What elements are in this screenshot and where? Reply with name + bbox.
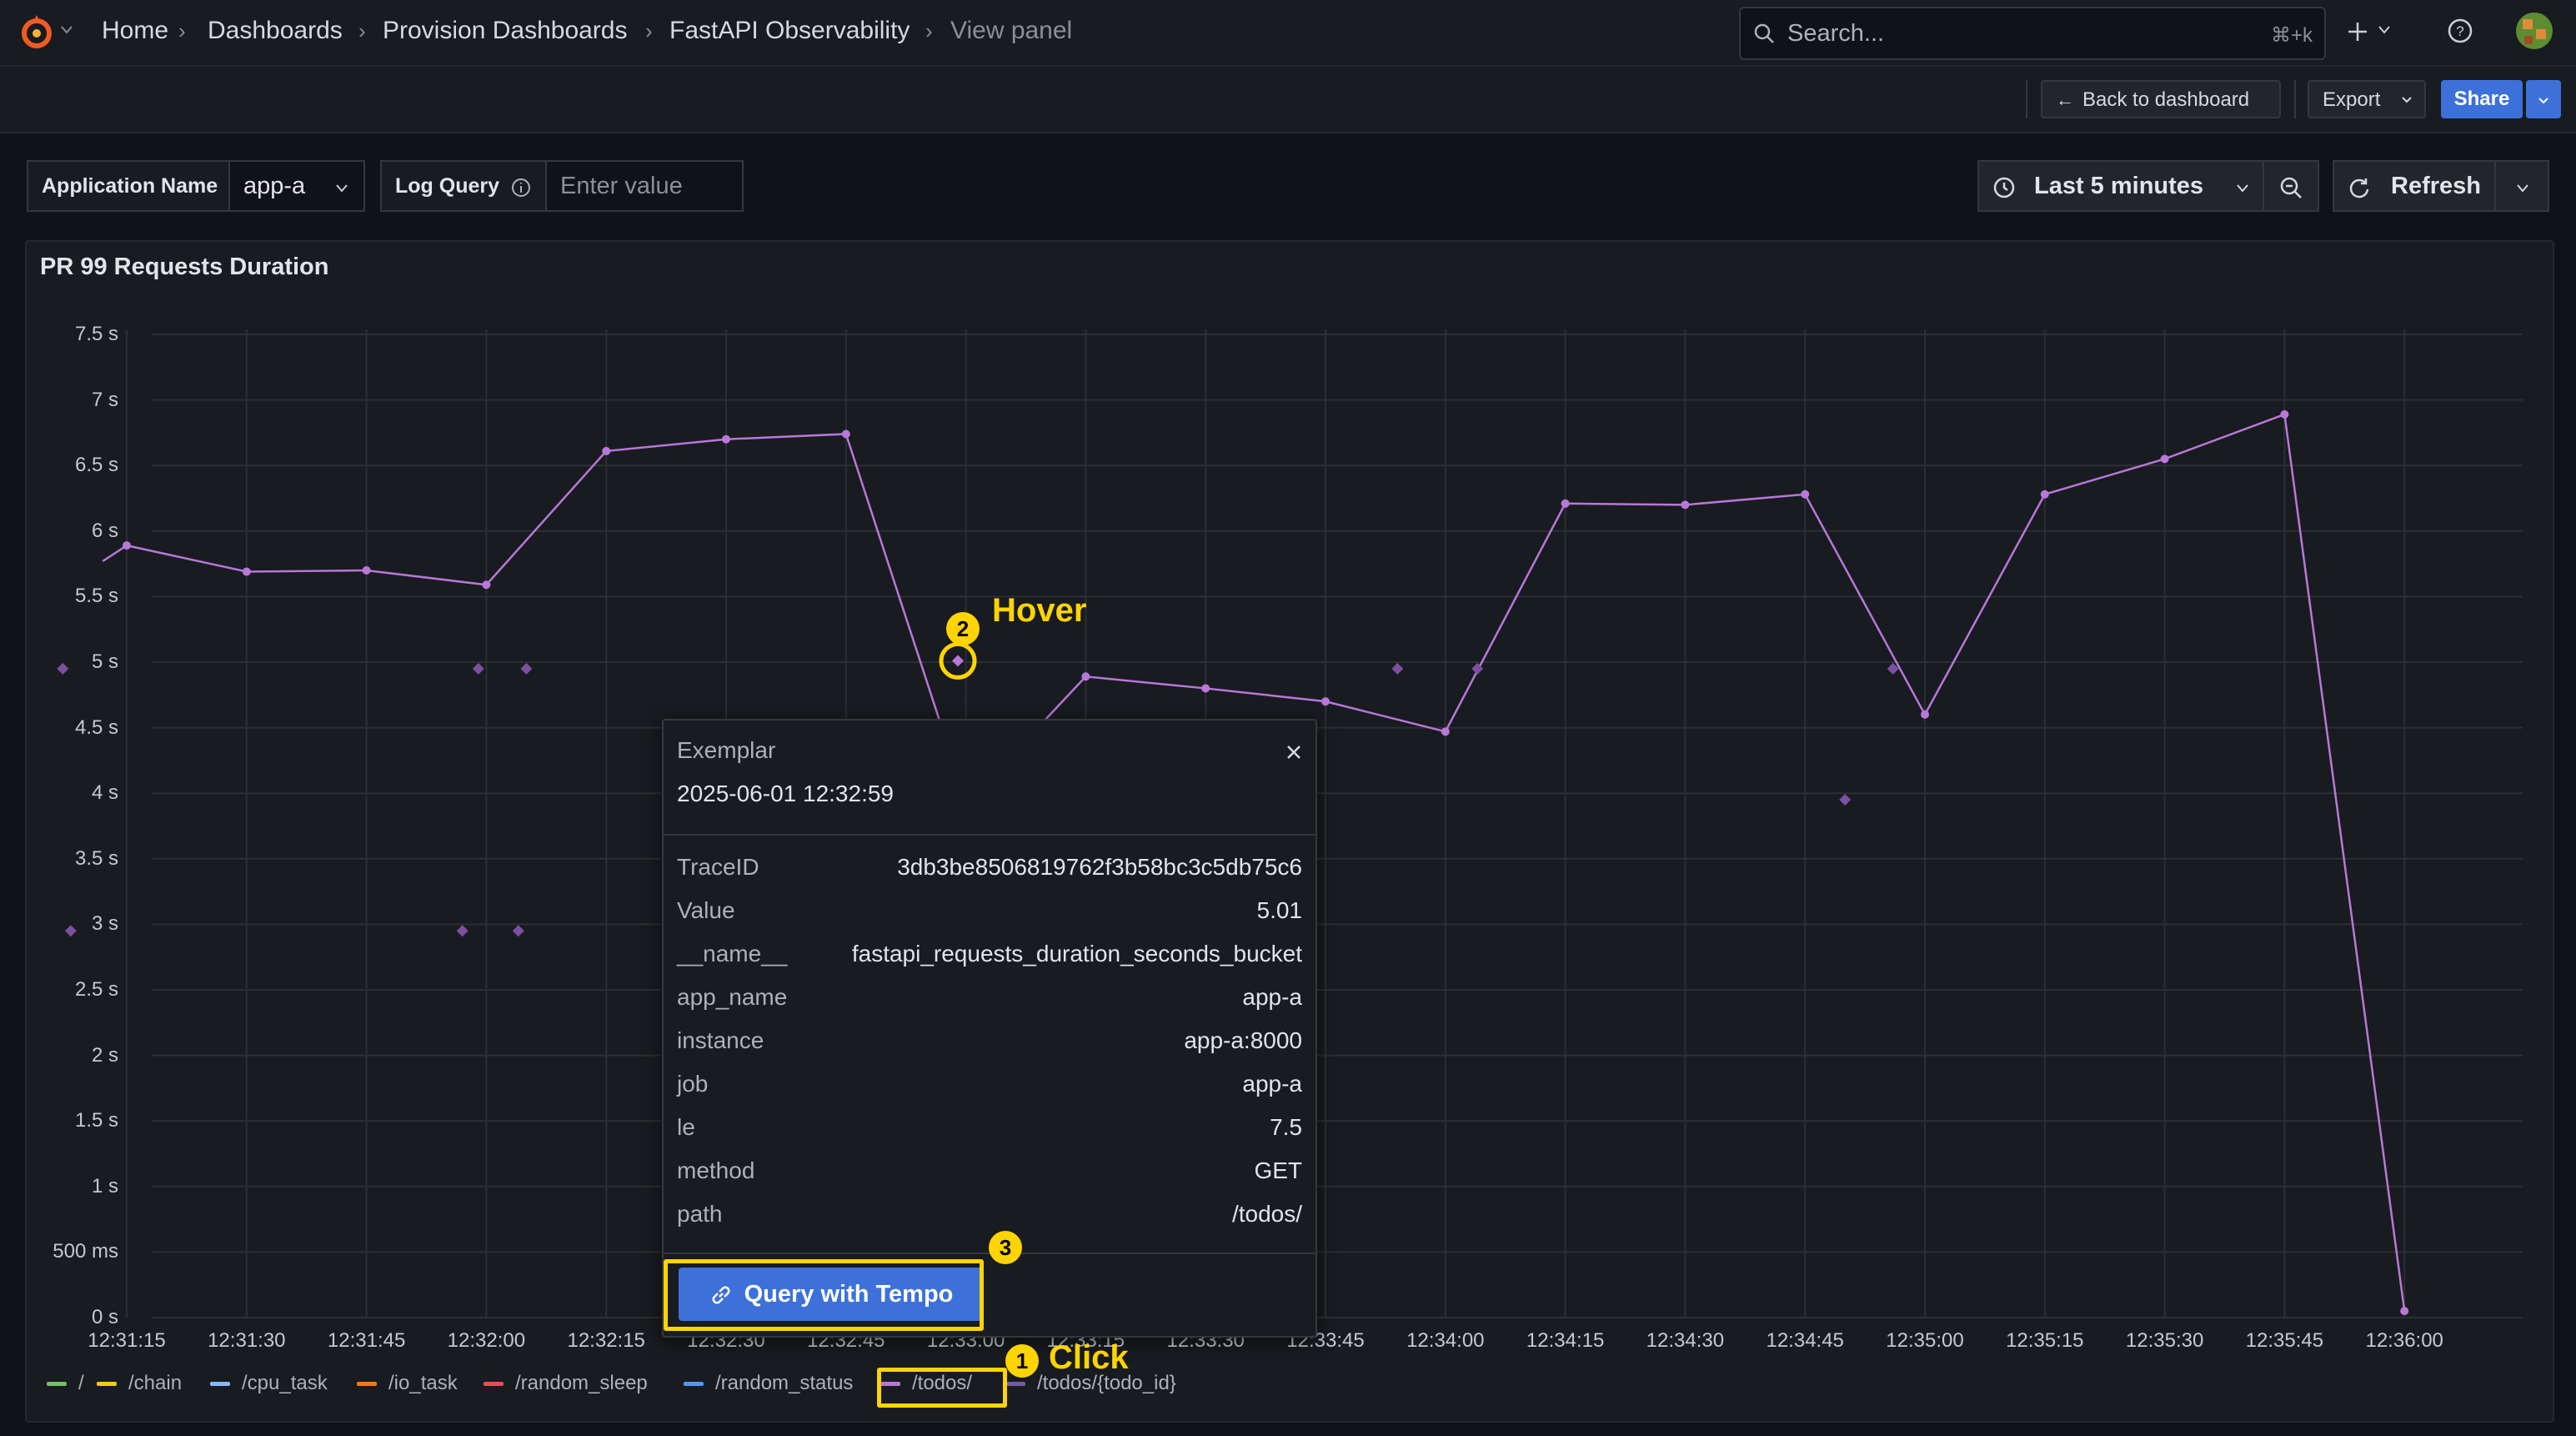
exemplar-field-value: /todos/ (1231, 1201, 1302, 1227)
data-point (1681, 500, 1690, 510)
data-point (2400, 1307, 2409, 1316)
exemplar-field-value: 3db3be8506819762f3b58bc3c5db75c6 (897, 854, 1302, 880)
data-point (841, 429, 850, 439)
legend-item[interactable]: / (47, 1372, 84, 1395)
exemplar-marker (472, 662, 484, 675)
legend-swatch (357, 1382, 377, 1387)
data-point (1801, 490, 1810, 499)
step-1-badge: 1 (1005, 1344, 1039, 1378)
legend-item[interactable]: /cpu_task (210, 1372, 328, 1395)
exemplar-marker (64, 925, 77, 937)
legend-swatch (684, 1382, 704, 1387)
exemplar-field-key: __name__ (677, 941, 788, 967)
exemplar-field-value: app-a (1242, 984, 1302, 1010)
legend-label: /chain (128, 1372, 183, 1394)
exemplar-marker (57, 662, 69, 675)
data-point (123, 541, 131, 550)
data-point (1081, 672, 1090, 681)
legend-swatch (97, 1382, 117, 1387)
legend-swatch (210, 1382, 230, 1387)
exemplar-field-value: 5.01 (1256, 897, 1303, 923)
hover-annotation: Hover (992, 592, 1087, 629)
divider (664, 834, 1316, 836)
exemplar-field-value: 7.5 (1270, 1114, 1302, 1140)
legend-item[interactable]: /random_status (684, 1372, 853, 1395)
legend-swatch (484, 1382, 504, 1387)
data-point (362, 565, 371, 575)
data-point (242, 567, 251, 576)
exemplar-field-key: le (677, 1114, 695, 1140)
click-annotation: Click (1049, 1339, 1129, 1376)
exemplar-marker (512, 925, 524, 937)
data-point (1561, 499, 1570, 508)
exemplar-title: Exemplar (677, 737, 776, 763)
exemplar-field-key: method (677, 1157, 755, 1183)
exemplar-field-value: fastapi_requests_duration_seconds_bucket (851, 941, 1302, 967)
legend-item[interactable]: /random_sleep (484, 1372, 648, 1395)
legend-label: /io_task (388, 1372, 458, 1394)
data-point (1441, 727, 1450, 736)
data-point (482, 580, 491, 590)
step-3-badge: 3 (989, 1231, 1022, 1264)
highlight-query-button (664, 1259, 984, 1331)
data-point (602, 446, 611, 455)
exemplar-field-key: Value (677, 897, 735, 923)
close-icon[interactable] (1284, 742, 1304, 762)
legend-item[interactable]: /io_task (357, 1372, 458, 1395)
legend-label: /random_status (715, 1372, 854, 1394)
data-point (1321, 697, 1330, 706)
exemplar-field-key: TraceID (677, 854, 759, 880)
legend-swatch (47, 1382, 67, 1387)
exemplar-marker (456, 925, 469, 937)
data-point (2040, 490, 2049, 499)
exemplar-marker (1391, 662, 1404, 675)
exemplar-field-key: instance (677, 1027, 764, 1053)
exemplar-field-value: GET (1254, 1157, 1302, 1183)
exemplar-marker (520, 662, 533, 675)
data-point (1921, 710, 1929, 719)
data-point (2160, 454, 2169, 464)
exemplar-marker-hovered (952, 655, 965, 667)
step-2-badge: 2 (946, 612, 980, 645)
legend-label: /cpu_task (242, 1372, 328, 1394)
data-point (1201, 684, 1210, 693)
exemplar-field-value: app-a (1242, 1071, 1302, 1097)
exemplar-field-key: app_name (677, 984, 788, 1010)
exemplar-field-key: job (677, 1071, 709, 1097)
legend-label: / (78, 1372, 84, 1394)
highlight-todos-legend (877, 1368, 1007, 1408)
exemplar-marker (1839, 794, 1852, 806)
exemplar-timestamp: 2025-06-01 12:32:59 (677, 781, 894, 806)
data-point (722, 434, 730, 444)
legend-label: /random_sleep (515, 1372, 648, 1394)
legend-item[interactable]: /chain (97, 1372, 182, 1395)
exemplar-field-key: path (677, 1201, 723, 1227)
data-point (2280, 409, 2289, 419)
legend-swatch (1005, 1382, 1025, 1387)
exemplar-field-value: app-a:8000 (1184, 1027, 1302, 1053)
